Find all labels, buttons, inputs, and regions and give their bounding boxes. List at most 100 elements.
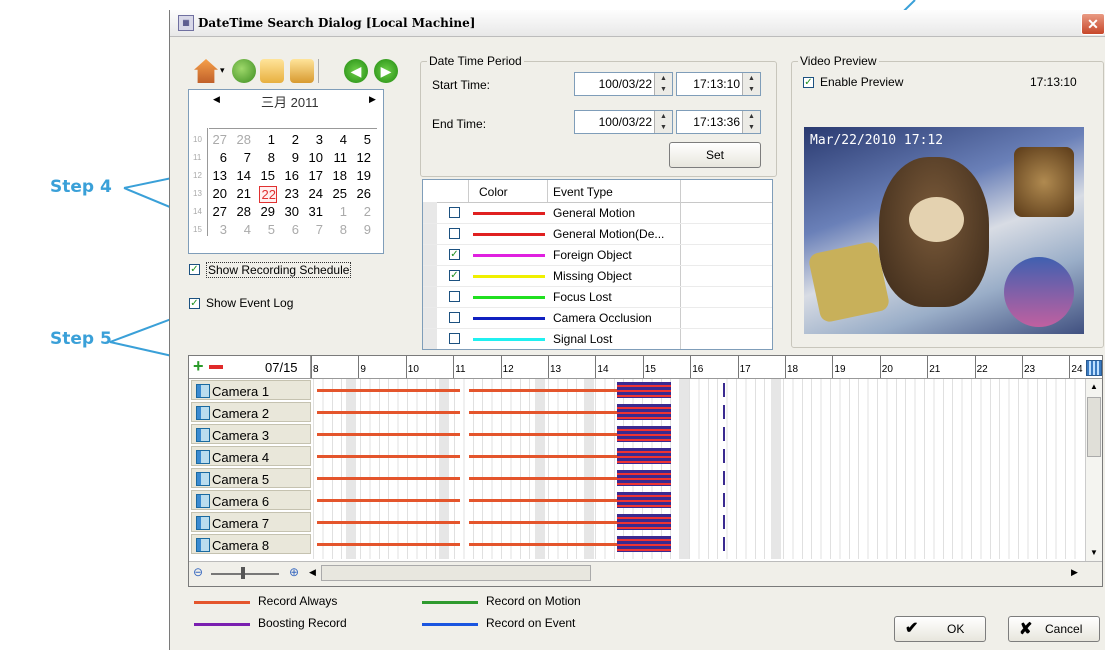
- event-marker[interactable]: [723, 515, 725, 529]
- record-always-segment[interactable]: [469, 411, 617, 414]
- show-recording-schedule-label[interactable]: Show Recording Schedule: [206, 262, 352, 278]
- calendar-day[interactable]: 13: [211, 168, 227, 183]
- end-time-spinner[interactable]: ▲ ▼: [742, 111, 760, 133]
- zoom-slider-thumb[interactable]: [241, 567, 245, 579]
- calendar-day[interactable]: 12: [355, 150, 371, 165]
- record-always-segment[interactable]: [317, 477, 460, 480]
- enable-preview-checkbox[interactable]: ✓: [803, 77, 814, 88]
- calendar-day[interactable]: 30: [283, 204, 299, 219]
- record-always-segment[interactable]: [317, 499, 460, 502]
- calendar-day[interactable]: 23: [283, 186, 299, 201]
- calendar-day[interactable]: 15: [259, 168, 275, 183]
- camera-row[interactable]: Camera 2: [189, 402, 1102, 424]
- calendar-day[interactable]: 3: [211, 222, 227, 237]
- event-type-row[interactable]: ✓ Foreign Object: [423, 245, 772, 266]
- cancel-button[interactable]: ✘ Cancel: [1008, 616, 1100, 642]
- calendar-day[interactable]: 26: [355, 186, 371, 201]
- event-record-block[interactable]: [617, 426, 671, 442]
- calendar-grid-icon[interactable]: [1086, 360, 1102, 376]
- event-record-block[interactable]: [617, 492, 671, 508]
- camera-label[interactable]: Camera 3: [191, 424, 311, 444]
- event-type-row[interactable]: General Motion: [423, 203, 772, 224]
- calendar-day[interactable]: 4: [235, 222, 251, 237]
- calendar-day[interactable]: 6: [283, 222, 299, 237]
- record-always-segment[interactable]: [317, 433, 460, 436]
- calendar-day[interactable]: 6: [211, 150, 227, 165]
- record-always-segment[interactable]: [317, 389, 460, 392]
- end-date-spinner[interactable]: ▲ ▼: [654, 111, 672, 133]
- enable-preview-label[interactable]: Enable Preview: [820, 75, 903, 89]
- calendar-prev-month[interactable]: ◀: [213, 94, 220, 105]
- show-event-log-checkbox[interactable]: ✓: [189, 298, 200, 309]
- calendar-day[interactable]: 1: [259, 132, 275, 147]
- zoom-slider[interactable]: [211, 573, 279, 575]
- record-always-segment[interactable]: [469, 389, 617, 392]
- calendar-day[interactable]: 18: [331, 168, 347, 183]
- camera-row[interactable]: Camera 3: [189, 424, 1102, 446]
- home-icon[interactable]: [194, 59, 218, 83]
- calendar-day[interactable]: 19: [355, 168, 371, 183]
- event-record-block[interactable]: [617, 536, 671, 552]
- calendar-day[interactable]: 27: [211, 204, 227, 219]
- calendar-day[interactable]: 21: [235, 186, 251, 201]
- record-always-segment[interactable]: [469, 455, 617, 458]
- event-marker[interactable]: [723, 537, 725, 551]
- camera-row[interactable]: Camera 4: [189, 446, 1102, 468]
- end-time-field[interactable]: 17:13:36 ▲ ▼: [676, 110, 761, 134]
- record-always-segment[interactable]: [317, 543, 460, 546]
- calendar-day[interactable]: 24: [307, 186, 323, 201]
- record-always-segment[interactable]: [469, 543, 617, 546]
- scroll-up-icon[interactable]: ▲: [1086, 379, 1102, 395]
- calendar-day[interactable]: 8: [259, 150, 275, 165]
- record-always-segment[interactable]: [317, 411, 460, 414]
- link-icon[interactable]: [232, 59, 256, 83]
- calendar-next-month[interactable]: ▶: [369, 94, 376, 105]
- next-icon[interactable]: ▶: [374, 59, 398, 83]
- zoom-in-magnifier-icon[interactable]: ⊕: [289, 565, 299, 579]
- event-record-block[interactable]: [617, 514, 671, 530]
- event-checkbox[interactable]: [449, 333, 460, 344]
- calendar-day[interactable]: 10: [307, 150, 323, 165]
- camera-row[interactable]: Camera 5: [189, 468, 1102, 490]
- previous-icon[interactable]: ◀: [344, 59, 368, 83]
- calendar-day[interactable]: 7: [235, 150, 251, 165]
- event-type-row[interactable]: Signal Lost: [423, 329, 772, 349]
- record-always-segment[interactable]: [317, 455, 460, 458]
- show-recording-schedule-checkbox[interactable]: ✓: [189, 264, 200, 275]
- calendar-day[interactable]: 2: [355, 204, 371, 219]
- scroll-left-icon[interactable]: ◀: [309, 567, 316, 578]
- calendar-day[interactable]: 9: [355, 222, 371, 237]
- camera-row[interactable]: Camera 6: [189, 490, 1102, 512]
- calendar-day[interactable]: 17: [307, 168, 323, 183]
- ok-button[interactable]: ✔ OK: [894, 616, 986, 642]
- calendar-day[interactable]: 8: [331, 222, 347, 237]
- camera-label[interactable]: Camera 8: [191, 534, 311, 554]
- calendar-day[interactable]: 14: [235, 168, 251, 183]
- event-checkbox[interactable]: [449, 312, 460, 323]
- zoom-icon[interactable]: [290, 59, 314, 83]
- event-type-row[interactable]: ✓ Missing Object: [423, 266, 772, 287]
- event-record-block[interactable]: [617, 470, 671, 486]
- calendar-day[interactable]: 2: [283, 132, 299, 147]
- calendar-day[interactable]: 28: [235, 204, 251, 219]
- recording-timeline[interactable]: + 07/15 8 9 10 11 12 13 14 15 16 17 18 19 20 21 22 23 24…: [188, 355, 1103, 587]
- calendar-day[interactable]: 31: [307, 204, 323, 219]
- camera-row[interactable]: Camera 1: [189, 380, 1102, 402]
- calendar-day[interactable]: 29: [259, 204, 275, 219]
- event-type-row[interactable]: General Motion(De...: [423, 224, 772, 245]
- event-marker[interactable]: [723, 471, 725, 485]
- event-marker[interactable]: [723, 449, 725, 463]
- scroll-down-icon[interactable]: ▼: [1086, 545, 1102, 561]
- end-date-field[interactable]: 100/03/22 ▲ ▼: [574, 110, 673, 134]
- event-checkbox[interactable]: [449, 291, 460, 302]
- set-button[interactable]: Set: [669, 142, 761, 168]
- event-record-block[interactable]: [617, 404, 671, 420]
- record-always-segment[interactable]: [317, 521, 460, 524]
- calendar-day[interactable]: 16: [283, 168, 299, 183]
- calendar-day[interactable]: 25: [331, 186, 347, 201]
- camera-row[interactable]: Camera 7: [189, 512, 1102, 534]
- record-always-segment[interactable]: [469, 521, 617, 524]
- event-marker[interactable]: [723, 493, 725, 507]
- calendar-day[interactable]: 11: [331, 150, 348, 165]
- event-marker[interactable]: [723, 427, 725, 441]
